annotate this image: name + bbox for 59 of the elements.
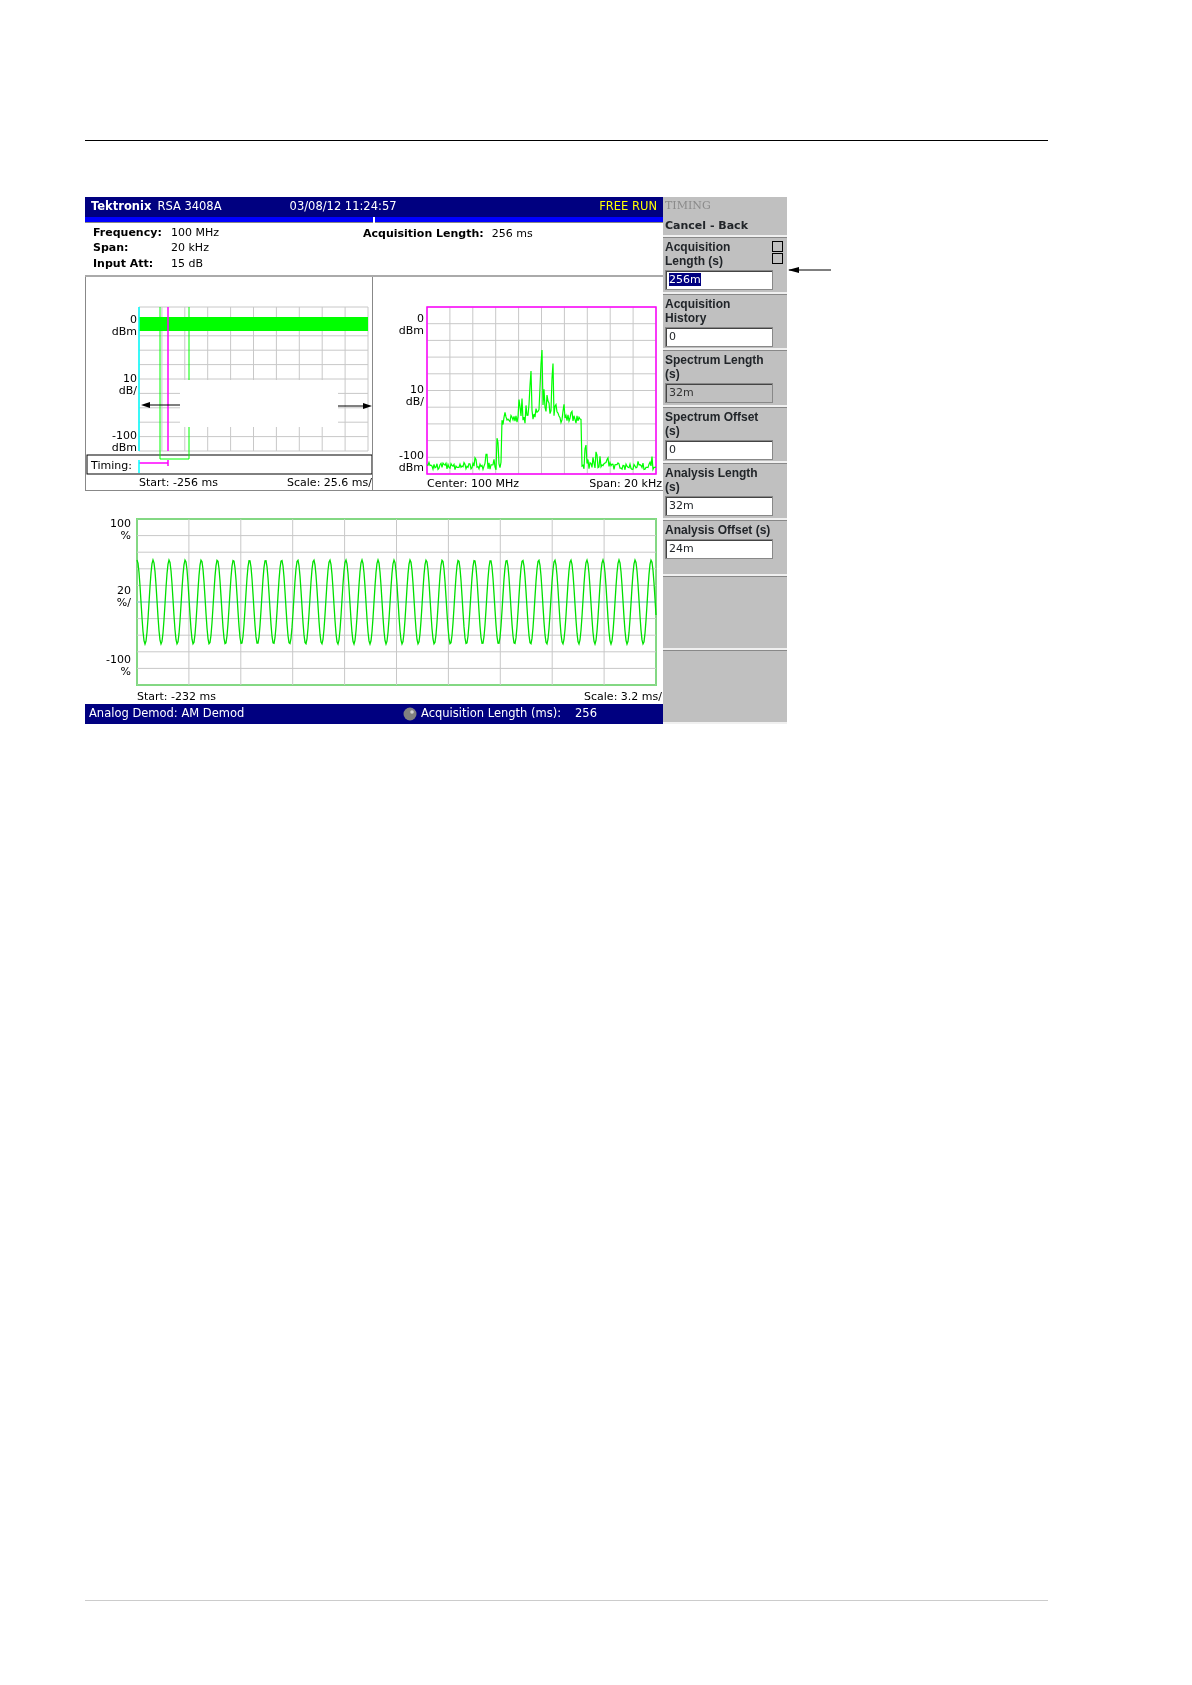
setting-label: Spectrum Offset (s) bbox=[665, 409, 760, 438]
info-label: Input Att: bbox=[93, 256, 155, 272]
center-frequency: Center: 100 MHz bbox=[427, 477, 520, 490]
axis-value: -100 bbox=[112, 429, 137, 442]
start-time: Start: -256 ms bbox=[139, 476, 218, 489]
right-arrow bbox=[337, 403, 372, 409]
knob-value: 256 bbox=[575, 705, 597, 723]
axis-unit: dB/ bbox=[405, 395, 424, 408]
run-status: FREE RUN bbox=[599, 198, 657, 216]
axis-value: 0 bbox=[417, 312, 424, 325]
time-scale: Scale: 25.6 ms/ bbox=[287, 476, 372, 489]
axis-unit: dB/ bbox=[118, 384, 137, 397]
knob-icon bbox=[403, 707, 418, 721]
axis-value: 10 bbox=[410, 383, 424, 396]
cancel-back-button[interactable]: Cancel - Back bbox=[665, 217, 785, 234]
spin-up-button[interactable] bbox=[772, 241, 783, 252]
info-value: 100 MHz bbox=[171, 226, 221, 241]
start-time: Start: -232 ms bbox=[137, 690, 216, 703]
date-time: 03/08/12 11:24:57 bbox=[289, 198, 397, 216]
frequency-span: Span: 20 kHz bbox=[589, 477, 662, 490]
axis-unit: %/ bbox=[116, 596, 131, 609]
setting-label: Spectrum Length (s) bbox=[665, 353, 765, 381]
pointer-arrow bbox=[788, 267, 832, 273]
value-field[interactable]: 32m bbox=[665, 496, 773, 516]
timing-label: Timing: bbox=[91, 459, 132, 472]
info-label: Span: bbox=[93, 241, 130, 257]
value-field[interactable]: 0 bbox=[665, 326, 773, 347]
axis-value: 100 bbox=[110, 517, 131, 530]
value-field[interactable]: 0 bbox=[665, 439, 773, 460]
value-field[interactable]: 24m bbox=[665, 538, 773, 559]
setting-label: Analysis Length (s) bbox=[665, 466, 759, 494]
setting-label: Acquisition Length (s) bbox=[665, 240, 732, 268]
spin-down-button[interactable] bbox=[772, 253, 783, 264]
value-field[interactable]: 256m bbox=[665, 270, 773, 290]
knob-label: Acquisition Length (ms): bbox=[421, 705, 562, 723]
timing-bracket bbox=[138, 450, 190, 474]
model-name: RSA 3408A bbox=[157, 198, 222, 216]
axis-value: 10 bbox=[123, 372, 137, 385]
info-label: Frequency: bbox=[93, 226, 163, 241]
axis-value: -100 bbox=[399, 449, 424, 462]
axis-unit: dBm bbox=[398, 461, 424, 474]
axis-value: 20 bbox=[117, 584, 131, 597]
setting-label: Acquisition History bbox=[665, 296, 732, 325]
info-value: 15 dB bbox=[171, 256, 205, 272]
left-arrow bbox=[141, 402, 181, 408]
info-value: 256 ms bbox=[491, 226, 533, 242]
brand-name: Tektronix bbox=[91, 198, 152, 216]
setting-label: Analysis Offset (s) bbox=[665, 522, 772, 537]
axis-unit: dBm bbox=[398, 324, 424, 337]
measurement-mode: Analog Demod: AM Demod bbox=[89, 705, 245, 723]
axis-value: -100 bbox=[106, 653, 131, 666]
info-label: Acquisition Length: bbox=[363, 226, 484, 242]
axis-unit: dBm bbox=[111, 325, 137, 338]
axis-unit: dBm bbox=[111, 441, 137, 454]
axis-unit: % bbox=[120, 665, 131, 678]
info-value: 20 kHz bbox=[171, 241, 210, 257]
time-scale: Scale: 3.2 ms/ bbox=[584, 690, 662, 703]
axis-unit: % bbox=[120, 529, 131, 542]
axis-value: 0 bbox=[130, 313, 137, 326]
